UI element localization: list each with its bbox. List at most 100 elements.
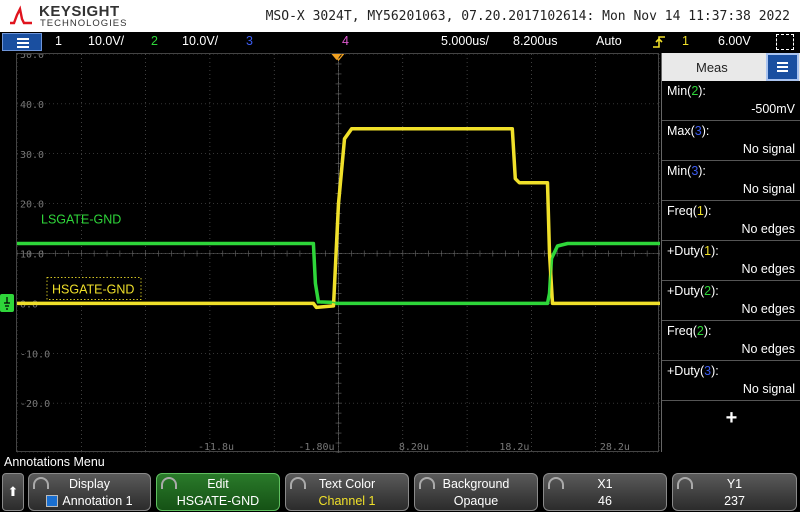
time-tick-label: 8.20u — [399, 442, 429, 453]
annotation-hsgate: HSGATE-GND — [52, 282, 134, 296]
measurement-item[interactable]: Min(3): No signal — [662, 161, 800, 201]
trigger-level[interactable]: 6.00V — [718, 34, 751, 48]
measurement-item[interactable]: Max(3): No signal — [662, 121, 800, 161]
menu-line — [777, 66, 788, 68]
menu-line — [17, 38, 29, 40]
softkey-value: Opaque — [453, 494, 499, 508]
measurement-label: +Duty(3): — [667, 364, 719, 378]
measurement-item[interactable]: Min(2): -500mV — [662, 81, 800, 121]
measurement-label: Freq(1): — [667, 204, 712, 218]
measurement-item[interactable]: Freq(2): No edges — [662, 321, 800, 361]
measurement-channel: 3 — [694, 124, 702, 138]
softkey-value: Channel 1 — [318, 494, 376, 508]
voltage-tick-label: 30.0 — [20, 150, 44, 161]
softkey-value: Annotation 1 — [29, 494, 150, 508]
voltage-axis-labels: 50.040.030.020.010.00.0-10.0-20.0 — [20, 54, 50, 410]
softkey-value-text: Annotation 1 — [62, 494, 133, 508]
softkey-label: Y1 — [726, 477, 743, 491]
markers: LSGATE-GNDHSGATE-GNDT — [41, 54, 345, 300]
gridlines — [17, 54, 660, 453]
measurement-value: No signal — [742, 142, 795, 156]
measurement-label: +Duty(1): — [667, 244, 719, 258]
measurements-menu-button[interactable] — [766, 53, 799, 81]
trigger-edge-icon — [653, 36, 665, 48]
waveform-graticule: 50.040.030.020.010.00.0-10.0-20.0 -11.8u… — [17, 54, 660, 453]
measurement-label: Freq(2): — [667, 324, 712, 338]
measurements-title: Meas — [696, 60, 728, 75]
ch2-scale[interactable]: 10.0V/ — [182, 34, 218, 48]
softkey-text-color[interactable]: Text Color Channel 1 — [285, 473, 409, 511]
softkey-x1[interactable]: X1 46 — [543, 473, 667, 511]
fullscreen-icon[interactable] — [776, 34, 794, 50]
voltage-tick-label: 50.0 — [20, 54, 44, 61]
menu-line — [777, 62, 788, 64]
title-bar: KEYSIGHT TECHNOLOGIES MSO-X 3024T, MY562… — [0, 0, 800, 32]
softkey-y1[interactable]: Y1 237 — [672, 473, 797, 511]
instrument-info: MSO-X 3024T, MY56201063, 07.20.201710261… — [265, 9, 790, 24]
ch1-scale[interactable]: 10.0V/ — [88, 34, 124, 48]
time-axis-labels: -11.8u -1.80u 8.20u 18.2u 28.2u — [198, 442, 630, 453]
softkey-display[interactable]: Display Annotation 1 — [28, 473, 151, 511]
measurement-label: Min(3): — [667, 164, 706, 178]
ch4-number[interactable]: 4 — [342, 34, 349, 48]
annotation-checkbox[interactable] — [46, 495, 59, 507]
measurement-value: -500mV — [751, 102, 795, 116]
measurement-label: Max(3): — [667, 124, 710, 138]
menu-line — [17, 42, 29, 44]
measurement-value: No signal — [742, 182, 795, 196]
softkey-label: Display — [69, 477, 110, 491]
voltage-tick-label: 10.0 — [20, 250, 44, 261]
delay[interactable]: 8.200us — [513, 34, 557, 48]
voltage-tick-label: 20.0 — [20, 200, 44, 211]
voltage-tick-label: -20.0 — [20, 399, 50, 410]
timebase[interactable]: 5.000us/ — [441, 34, 489, 48]
time-tick-label: -11.8u — [198, 442, 234, 453]
ground-marker-icon — [0, 294, 14, 312]
softkey-value: 46 — [598, 494, 612, 508]
ch3-number[interactable]: 3 — [246, 34, 253, 48]
measurement-value: No edges — [741, 302, 795, 316]
softkey-background[interactable]: Background Opaque — [414, 473, 538, 511]
measurement-channel: 2 — [696, 324, 704, 338]
time-tick-label: -1.80u — [298, 442, 334, 453]
annotation-lsgate: LSGATE-GND — [41, 213, 121, 227]
softkey-label: X1 — [597, 477, 613, 491]
status-bar: 1 10.0V/ 2 10.0V/ 3 4 5.000us/ 8.200us A… — [0, 32, 800, 52]
measurement-item[interactable]: +Duty(1): No edges — [662, 241, 800, 281]
measurements-panel: Meas Min(2): -500mV Max(3): No signal Min(3)… — [661, 53, 800, 452]
back-button[interactable]: ⬆ — [2, 473, 24, 511]
voltage-tick-label: -10.0 — [20, 349, 50, 360]
keysight-wave-icon — [10, 5, 32, 25]
softkey-label: Background — [442, 477, 510, 491]
ch1-number[interactable]: 1 — [55, 34, 62, 48]
brand-sub: TECHNOLOGIES — [40, 18, 128, 29]
trigger-source[interactable]: 1 — [682, 34, 689, 48]
measurement-channel: 1 — [696, 204, 704, 218]
measurement-value: No edges — [741, 342, 795, 356]
keysight-logo: KEYSIGHT TECHNOLOGIES — [8, 3, 128, 29]
menu-line — [17, 46, 29, 48]
softkey-label: Text Color — [318, 477, 376, 491]
channel-ground-markers — [0, 293, 16, 313]
measurement-label: Min(2): — [667, 84, 706, 98]
measurements-header: Meas — [662, 53, 800, 81]
measurement-value: No edges — [741, 222, 795, 236]
measurement-value: No edges — [741, 262, 795, 276]
time-tick-label: 18.2u — [499, 442, 529, 453]
softkey-label: Edit — [207, 477, 229, 491]
add-measurement-button[interactable]: + — [662, 393, 800, 443]
measurement-label: +Duty(2): — [667, 284, 719, 298]
measurement-item[interactable]: Freq(1): No edges — [662, 201, 800, 241]
main-menu-button[interactable] — [2, 33, 42, 51]
softkey-value: HSGATE-GND — [176, 494, 260, 508]
trigger-mode[interactable]: Auto — [596, 34, 622, 48]
measurement-item[interactable]: +Duty(2): No edges — [662, 281, 800, 321]
softkey-edit[interactable]: Edit HSGATE-GND — [156, 473, 280, 511]
ch2-number[interactable]: 2 — [151, 34, 158, 48]
voltage-tick-label: 40.0 — [20, 100, 44, 111]
menu-line — [777, 70, 788, 72]
time-tick-label: 28.2u — [600, 442, 630, 453]
softkey-menu-title: Annotations Menu — [4, 455, 105, 469]
waveform-display[interactable]: 50.0 40.0 30.0 20.0 10.0 0.0 -10.0 -20.0 -11.8u… — [16, 53, 660, 453]
softkey-value: 237 — [724, 494, 745, 508]
